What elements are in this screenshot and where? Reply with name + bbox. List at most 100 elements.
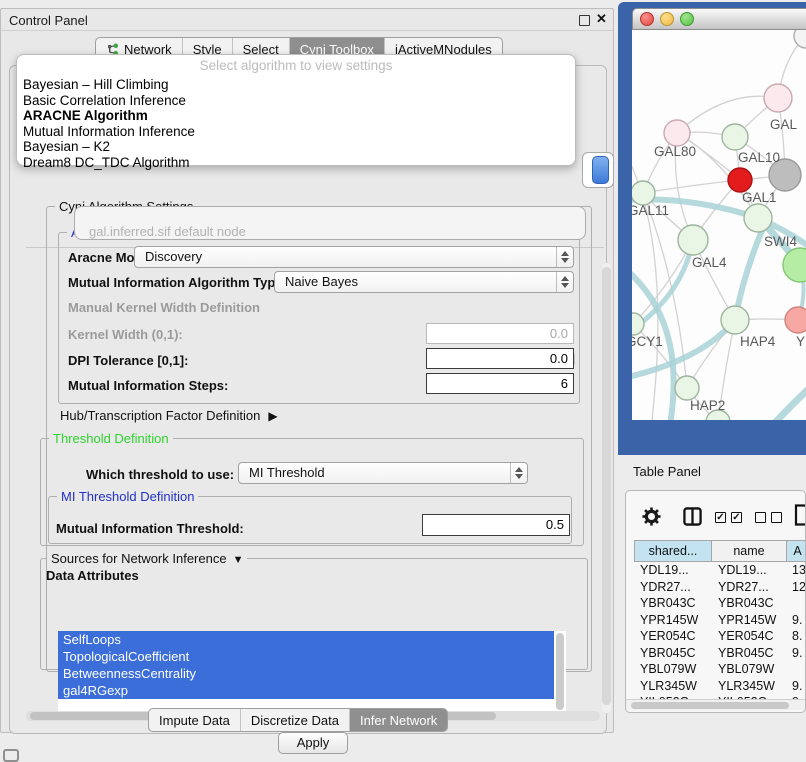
attribute-item[interactable]: BetweennessCentrality — [58, 665, 554, 682]
checkbox-unchecked-icon[interactable] — [771, 512, 782, 523]
checkbox-checked-icon[interactable]: ✓ — [715, 512, 726, 523]
algorithm-option[interactable]: Mutual Information Inference — [23, 124, 569, 140]
scrollbar-thumb[interactable] — [631, 702, 789, 709]
attribute-item[interactable]: SelfLoops — [58, 631, 554, 648]
network-node-gal10[interactable] — [722, 124, 748, 150]
table-row[interactable]: YBR043CYBR043C — [634, 595, 806, 612]
table-row[interactable]: YDR27...YDR27...12 — [634, 579, 806, 596]
node-label: GAL4 — [692, 255, 727, 270]
table-row[interactable]: YBR045CYBR045C9. — [634, 645, 806, 662]
table-data-combo-partial[interactable]: gal.inferred.sif default node — [74, 206, 586, 240]
panel-title: Control Panel — [9, 13, 88, 28]
algorithm-option[interactable]: Dream8 DC_TDC Algorithm — [23, 155, 569, 171]
inference-algorithm-combo-partial[interactable] — [582, 152, 614, 188]
group-title: MI Threshold Definition — [57, 489, 198, 504]
document-icon[interactable] — [794, 504, 806, 526]
network-node-gal11[interactable] — [632, 181, 655, 205]
node-label: Y — [796, 334, 805, 349]
combo-stepper-icon — [556, 247, 573, 267]
table-panel-title: Table Panel — [633, 464, 701, 479]
float-window-icon[interactable] — [579, 15, 590, 26]
data-attributes-list: SelfLoopsTopologicalCoefficientBetweenne… — [58, 631, 566, 712]
network-node[interactable] — [794, 30, 806, 48]
table-row[interactable]: YDL19...YDL19...13 — [634, 562, 806, 579]
gear-icon[interactable] — [642, 507, 661, 526]
algorithm-option[interactable]: ARACNE Algorithm — [23, 108, 569, 124]
table-cell: YLR345W — [718, 679, 788, 693]
kernel-width-input[interactable]: 0.0 — [426, 323, 574, 344]
network-node-gal80[interactable] — [664, 120, 690, 146]
bottom-tab-infer-network[interactable]: Infer Network — [349, 709, 447, 731]
checkbox-unchecked-icon[interactable] — [755, 512, 766, 523]
mi-steps-input[interactable]: 6 — [426, 373, 574, 394]
minimize-traffic-light[interactable] — [660, 12, 674, 26]
network-node-hap4[interactable] — [721, 306, 749, 334]
algorithm-option[interactable]: Bayesian – K2 — [23, 139, 569, 155]
network-node-gal1[interactable] — [728, 168, 752, 192]
node-label: HAP4 — [740, 334, 776, 349]
table-row[interactable]: YPR145WYPR145W9. — [634, 612, 806, 629]
mi-algorithm-type-combo[interactable]: Naive Bayes — [274, 271, 574, 293]
mi-threshold-input[interactable]: 0.5 — [422, 514, 570, 536]
table-cell: YLR345W — [640, 679, 712, 693]
network-node-y[interactable] — [785, 307, 806, 333]
algorithm-option[interactable]: Basic Correlation Inference — [23, 93, 569, 109]
table-cell: 9. — [792, 679, 806, 693]
checkbox-checked-icon[interactable]: ✓ — [731, 512, 742, 523]
bottom-tab-impute-data[interactable]: Impute Data — [149, 709, 240, 731]
dpi-tolerance-label: DPI Tolerance [0,1]: — [68, 353, 188, 368]
table-horizontal-scrollbar[interactable] — [626, 699, 806, 710]
column-header[interactable]: shared... — [634, 540, 712, 562]
hub-definition-toggle[interactable]: Hub/Transcription Factor Definition ▶ — [60, 408, 278, 423]
table-cell: YBL079W — [640, 662, 712, 676]
combo-stepper-icon — [510, 463, 527, 483]
table-cell: 8. — [792, 629, 806, 643]
network-node-swi4[interactable] — [744, 204, 772, 232]
zoom-traffic-light[interactable] — [680, 12, 694, 26]
network-edge-highlighted — [772, 382, 806, 420]
dpi-tolerance-input[interactable]: 0.0 — [426, 348, 574, 369]
attribute-item[interactable]: TopologicalCoefficient — [58, 648, 554, 665]
table-cell: 13 — [792, 563, 806, 577]
minimized-panel-icon[interactable] — [3, 749, 19, 762]
table-header-row: shared...nameA — [634, 540, 806, 562]
table-row[interactable]: YBL079WYBL079W — [634, 661, 806, 678]
aracne-mode-combo[interactable]: Discovery — [134, 246, 574, 268]
sources-toggle[interactable]: Sources for Network Inference▼ — [47, 551, 247, 566]
network-node-hap2[interactable] — [675, 376, 699, 400]
which-threshold-combo[interactable]: MI Threshold — [238, 462, 528, 484]
settings-vertical-scrollbar[interactable] — [602, 263, 611, 713]
hub-definition-label: Hub/Transcription Factor Definition — [60, 408, 260, 423]
algorithm-option[interactable]: Bayesian – Hill Climbing — [23, 77, 569, 93]
node-label: GAL — [770, 117, 798, 132]
table-cell: YDL19... — [718, 563, 788, 577]
algorithm-list: Bayesian – Hill ClimbingBasic Correlatio… — [23, 77, 569, 170]
screenshot-stage: Control Panel ✕ NetworkStyleSelectCyni T… — [0, 0, 806, 762]
table-row[interactable]: YER054CYER054C8. — [634, 628, 806, 645]
column-header[interactable]: name — [712, 540, 787, 562]
column-header[interactable]: A — [787, 540, 806, 562]
network-node-gcy1[interactable] — [632, 313, 644, 335]
bottom-tab-discretize-data[interactable]: Discretize Data — [240, 709, 349, 731]
table-cell: YBR043C — [640, 596, 712, 610]
attribute-item[interactable]: gal4RGexp — [58, 682, 554, 699]
table-cell: 9. — [792, 646, 806, 660]
attributes-vertical-scrollbar[interactable] — [556, 633, 564, 710]
collapsed-arrow-icon: ▶ — [268, 409, 277, 423]
network-node-gal4[interactable] — [678, 225, 708, 255]
split-columns-icon[interactable] — [683, 507, 702, 526]
network-view[interactable]: GALGAL80GAL10GAL1GAL11SWI4GAL4GCY1HAP4YH… — [632, 30, 806, 420]
table-row[interactable]: YLR345W YLR345W 9. — [634, 678, 806, 695]
group-title: Threshold Definition — [49, 431, 173, 446]
network-window-titlebar[interactable] — [632, 8, 806, 30]
apply-button[interactable]: Apply — [278, 732, 348, 754]
scrollbar-thumb[interactable] — [602, 267, 611, 705]
table-cell: YDR27... — [718, 580, 788, 594]
close-icon[interactable]: ✕ — [596, 11, 607, 27]
table-cell: YER054C — [718, 629, 788, 643]
table-cell: YPR145W — [718, 613, 788, 627]
node-label: GAL11 — [632, 203, 669, 218]
close-traffic-light[interactable] — [640, 12, 654, 26]
combo-stepper-focused[interactable] — [592, 156, 609, 184]
network-node-gal[interactable] — [764, 84, 792, 112]
